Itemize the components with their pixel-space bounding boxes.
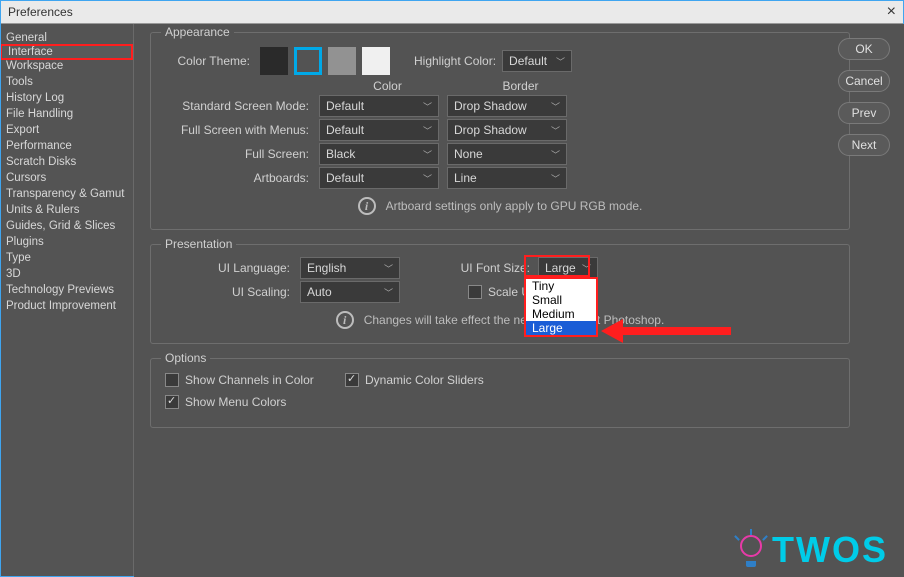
column-header-color: Color [325,79,450,93]
watermark-logo: TWOS [738,529,888,571]
standard-screen-label: Standard Screen Mode: [165,99,319,113]
ui-font-option-small[interactable]: Small [526,293,596,307]
highlight-color-label: Highlight Color: [414,54,496,68]
column-header-border: Border [458,79,583,93]
ui-scaling-label: UI Scaling: [165,285,300,299]
chevron-down-icon: ﹀ [551,172,560,185]
show-menu-colors-label: Show Menu Colors [185,395,286,409]
artboards-color-select[interactable]: Default﹀ [319,167,439,189]
sidebar-item-scratch-disks[interactable]: Scratch Disks [0,154,133,170]
sidebar-item-history-log[interactable]: History Log [0,90,133,106]
appearance-title: Appearance [161,25,234,39]
artboards-border-select[interactable]: Line﹀ [447,167,567,189]
lightbulb-icon [738,533,764,567]
show-channels-checkbox[interactable] [165,373,179,387]
chevron-down-icon: ﹀ [423,100,432,113]
color-theme-swatch-dark[interactable] [294,47,322,75]
sidebar-item-transparency[interactable]: Transparency & Gamut [0,186,133,202]
full-menus-color-select[interactable]: Default﹀ [319,119,439,141]
scale-ui-checkbox[interactable] [468,285,482,299]
chevron-down-icon: ﹀ [551,124,560,137]
full-screen-border-select[interactable]: None﹀ [447,143,567,165]
ui-font-size-label: UI Font Size: [408,261,538,275]
chevron-down-icon: ﹀ [423,124,432,137]
chevron-down-icon: ﹀ [384,262,393,275]
appearance-group: Appearance Color Theme: Highlight Color:… [150,32,850,230]
cancel-button[interactable]: Cancel [838,70,890,92]
sidebar-item-tech-previews[interactable]: Technology Previews [0,282,133,298]
show-channels-label: Show Channels in Color [185,373,314,387]
chevron-down-icon: ﹀ [551,148,560,161]
close-icon[interactable]: × [887,3,896,21]
standard-screen-border-select[interactable]: Drop Shadow﹀ [447,95,567,117]
sidebar-item-plugins[interactable]: Plugins [0,234,133,250]
show-menu-colors-checkbox[interactable] [165,395,179,409]
ui-font-option-tiny[interactable]: Tiny [526,279,596,293]
info-icon: i [358,197,376,215]
color-theme-swatch-lightest[interactable] [362,47,390,75]
presentation-group: Presentation UI Language: English﹀ UI Fo… [150,244,850,344]
ui-font-size-dropdown[interactable]: Tiny Small Medium Large [524,277,598,337]
color-theme-swatch-light[interactable] [328,47,356,75]
chevron-down-icon: ﹀ [551,100,560,113]
sidebar-item-3d[interactable]: 3D [0,266,133,282]
full-menus-border-select[interactable]: Drop Shadow﹀ [447,119,567,141]
color-theme-swatch-darkest[interactable] [260,47,288,75]
chevron-down-icon: ﹀ [556,55,565,68]
sidebar-item-file-handling[interactable]: File Handling [0,106,133,122]
ui-language-select[interactable]: English﹀ [300,257,400,279]
presentation-info-left: Changes will take effect the nex [364,313,533,327]
ui-font-size-highlight-box [524,255,590,277]
ui-font-option-medium[interactable]: Medium [526,307,596,321]
ui-scaling-select[interactable]: Auto﹀ [300,281,400,303]
sidebar-item-export[interactable]: Export [0,122,133,138]
chevron-down-icon: ﹀ [384,286,393,299]
dynamic-sliders-label: Dynamic Color Sliders [365,373,484,387]
sidebar-item-workspace[interactable]: Workspace [0,58,133,74]
options-group: Options Show Channels in Color Dynamic C… [150,358,850,428]
sidebar-item-cursors[interactable]: Cursors [0,170,133,186]
prev-button[interactable]: Prev [838,102,890,124]
ui-font-option-large[interactable]: Large [526,321,596,335]
logo-text: TWOS [772,529,888,571]
window-title: Preferences [8,5,73,19]
highlight-color-value: Default [509,54,547,68]
titlebar: Preferences × [0,0,904,24]
sidebar-item-type[interactable]: Type [0,250,133,266]
presentation-title: Presentation [161,237,236,251]
sidebar-item-guides-grid[interactable]: Guides, Grid & Slices [0,218,133,234]
sidebar-item-units-rulers[interactable]: Units & Rulers [0,202,133,218]
full-screen-color-select[interactable]: Black﹀ [319,143,439,165]
sidebar-item-product-improvement[interactable]: Product Improvement [0,298,133,314]
dynamic-sliders-checkbox[interactable] [345,373,359,387]
standard-screen-color-select[interactable]: Default﹀ [319,95,439,117]
highlight-color-select[interactable]: Default ﹀ [502,50,572,72]
info-icon: i [336,311,354,329]
annotation-arrow [621,327,731,335]
sidebar-item-performance[interactable]: Performance [0,138,133,154]
color-theme-label: Color Theme: [165,54,260,68]
chevron-down-icon: ﹀ [423,148,432,161]
sidebar-item-tools[interactable]: Tools [0,74,133,90]
next-button[interactable]: Next [838,134,890,156]
artboards-label: Artboards: [165,171,319,185]
options-title: Options [161,351,210,365]
ok-button[interactable]: OK [838,38,890,60]
sidebar: General Interface Workspace Tools Histor… [0,24,134,577]
chevron-down-icon: ﹀ [423,172,432,185]
ui-language-label: UI Language: [165,261,300,275]
full-menus-label: Full Screen with Menus: [165,123,319,137]
full-screen-label: Full Screen: [165,147,319,161]
appearance-info-text: Artboard settings only apply to GPU RGB … [386,199,643,213]
